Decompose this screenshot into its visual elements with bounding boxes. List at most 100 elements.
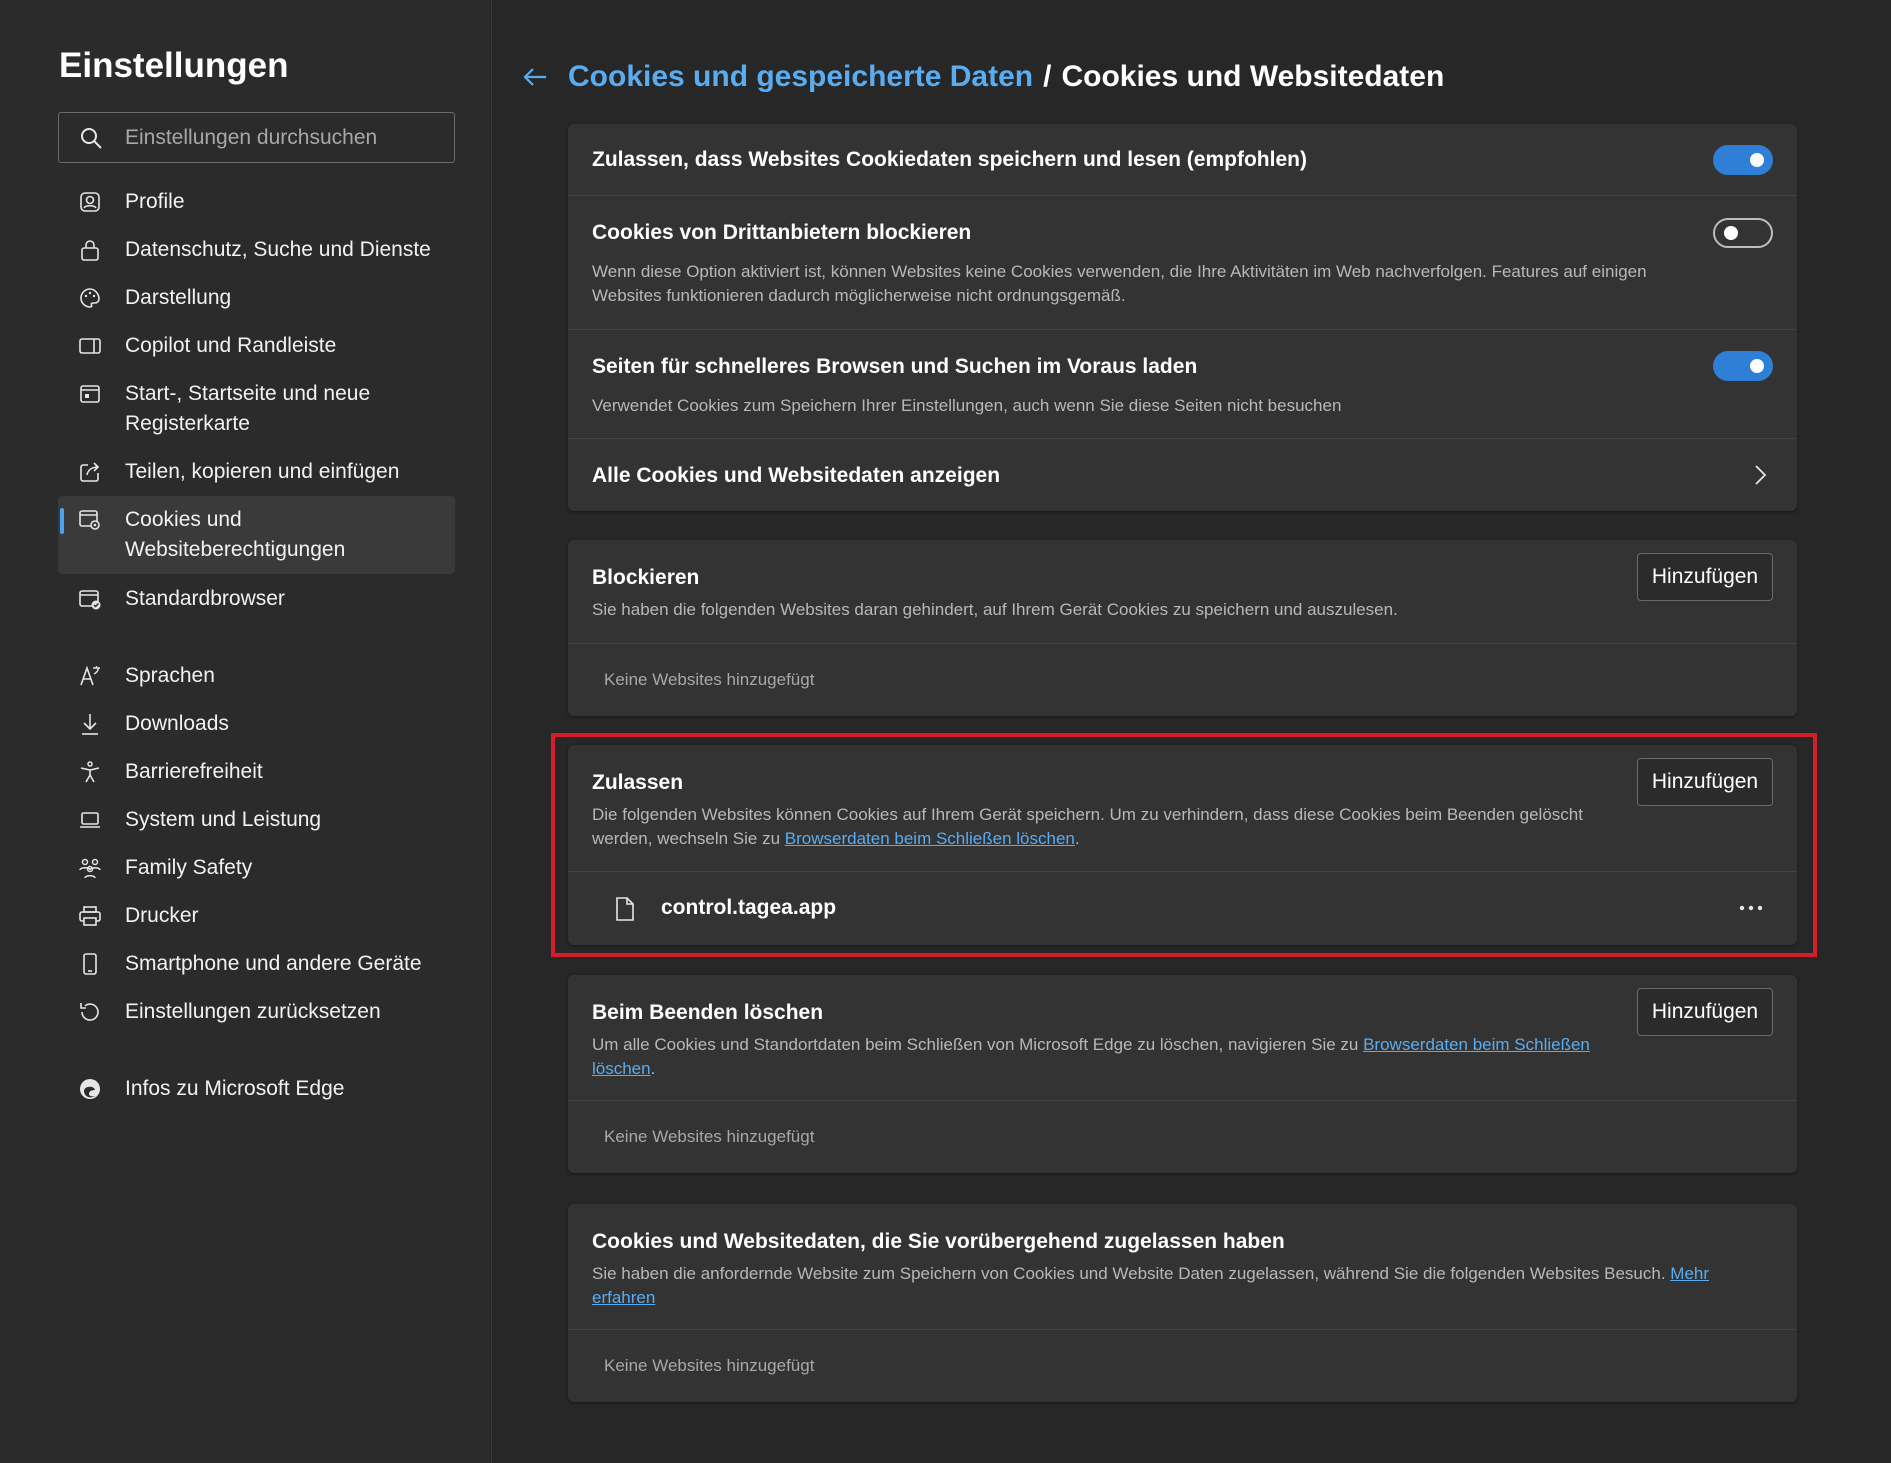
temporary-list: Keine Websites hinzugefügt: [568, 1330, 1797, 1402]
sidebar-item-reset[interactable]: Einstellungen zurücksetzen: [58, 997, 455, 1031]
breadcrumb-parent-link[interactable]: Cookies und gespeicherte Daten: [568, 60, 1033, 94]
sidebar-item-appearance[interactable]: Darstellung: [58, 283, 455, 317]
toggle-knob: [1724, 226, 1738, 240]
toggle-knob: [1750, 359, 1764, 373]
home-tab-icon: [80, 385, 100, 403]
search-box[interactable]: [58, 112, 455, 163]
clear-on-close-link[interactable]: Browserdaten beim Schließen: [1363, 1035, 1590, 1054]
sidebar-item-label: System und Leistung: [125, 808, 322, 831]
sidebar-item-label: Standardbrowser: [125, 587, 285, 610]
section-description: Sie haben die folgenden Websites daran g…: [592, 600, 1398, 619]
sidebar-item-label: Copilot und Randleiste: [125, 334, 337, 357]
sidebar-item-label: Family Safety: [125, 856, 253, 879]
description-text: Sie haben die anfordernde Website zum Sp…: [592, 1264, 1671, 1283]
sidebar-item-downloads[interactable]: Downloads: [58, 709, 455, 743]
back-arrow-icon[interactable]: [520, 62, 550, 92]
sidebar-item-privacy[interactable]: Datenschutz, Suche und Dienste: [58, 235, 455, 269]
sidebar-item-label: Profile: [125, 190, 185, 213]
toggle-knob: [1750, 153, 1764, 167]
sidebar-item-label: Downloads: [125, 712, 229, 735]
sidebar-item-copilot[interactable]: Copilot und Randleiste: [58, 331, 455, 365]
printer-icon: [79, 906, 101, 926]
preload-toggle[interactable]: [1713, 351, 1773, 381]
breadcrumb: Cookies und gespeicherte Daten / Cookies…: [520, 60, 1444, 94]
sidebar-item-family[interactable]: Family Safety: [58, 853, 455, 887]
learn-more-link[interactable]: Mehr: [1670, 1264, 1709, 1283]
setting-title: Alle Cookies und Websitedaten anzeigen: [592, 464, 1001, 487]
setting-description-line: Wenn diese Option aktiviert ist, können …: [592, 262, 1647, 281]
block-header: Blockieren Sie haben die folgenden Websi…: [568, 540, 1797, 644]
sidebar: Einstellungen Profile Datenschutz, Suche…: [0, 0, 492, 1463]
sidebar-item-label: Datenschutz, Suche und Dienste: [125, 238, 431, 261]
sidebar-item-about[interactable]: Infos zu Microsoft Edge: [58, 1074, 455, 1108]
section-description: Sie haben die anfordernde Website zum Sp…: [592, 1262, 1777, 1310]
empty-state: Keine Websites hinzugefügt: [604, 1127, 815, 1146]
empty-state: Keine Websites hinzugefügt: [604, 1356, 815, 1375]
sidebar-icon: [79, 338, 101, 354]
learn-more-link[interactable]: erfahren: [592, 1288, 655, 1307]
sidebar-item-share[interactable]: Teilen, kopieren und einfügen: [58, 457, 455, 491]
palette-icon: [80, 288, 100, 308]
section-title: Beim Beenden löschen: [592, 1001, 824, 1024]
download-icon: [82, 714, 98, 735]
sidebar-item-printer[interactable]: Drucker: [58, 901, 455, 935]
clear-on-exit-card: Beim Beenden löschen Um alle Cookies und…: [568, 975, 1797, 1173]
section-description: Um alle Cookies und Standortdaten beim S…: [592, 1033, 1652, 1081]
sidebar-item-label: Cookies und Websiteberechtigungen: [125, 508, 346, 561]
setting-description: Wenn diese Option aktiviert ist, können …: [592, 260, 1647, 308]
setting-description-line: Websites funktionieren dadurch möglicher…: [592, 286, 1126, 305]
setting-description: Verwendet Cookies zum Speichern Ihrer Ei…: [592, 396, 1342, 415]
profile-icon: [80, 192, 100, 212]
sidebar-item-start[interactable]: Start-, Startseite und neue Registerkart…: [58, 379, 455, 443]
sidebar-item-label: Teilen, kopieren und einfügen: [125, 460, 400, 483]
setting-title: Cookies von Drittanbietern blockieren: [592, 221, 972, 244]
page-title: Cookies und Websitedaten: [1061, 60, 1445, 93]
sidebar-item-label: Infos zu Microsoft Edge: [125, 1077, 345, 1100]
laptop-icon: [80, 812, 100, 828]
description-text: .: [650, 1059, 656, 1078]
clear-on-close-link[interactable]: löschen: [592, 1059, 651, 1078]
sidebar-item-default-browser[interactable]: Standardbrowser: [58, 584, 455, 618]
edge-logo-icon: [80, 1079, 100, 1099]
setting-block-third-party: Cookies von Drittanbietern blockieren We…: [568, 196, 1797, 330]
sidebar-title: Einstellungen: [59, 46, 289, 85]
cookies-icon: [79, 510, 100, 530]
sidebar-item-system[interactable]: System und Leistung: [58, 805, 455, 839]
setting-title: Zulassen, dass Websites Cookiedaten spei…: [592, 148, 1307, 171]
block-list: Keine Websites hinzugefügt: [568, 644, 1797, 716]
allow-cookies-toggle[interactable]: [1713, 145, 1773, 175]
block-third-party-toggle[interactable]: [1713, 218, 1773, 248]
sidebar-item-label: Smartphone und andere Geräte: [125, 952, 422, 975]
sidebar-item-label: Start-, Startseite und neue Registerkart…: [125, 382, 371, 435]
highlight-annotation: [551, 733, 1817, 957]
section-title: Cookies und Websitedaten, die Sie vorübe…: [592, 1230, 1285, 1253]
clear-on-exit-add-button[interactable]: Hinzufügen: [1637, 988, 1773, 1036]
setting-allow-cookies: Zulassen, dass Websites Cookiedaten spei…: [568, 124, 1797, 196]
phone-icon: [83, 953, 97, 975]
default-browser-icon: [79, 590, 101, 610]
setting-title: Seiten für schnelleres Browsen und Suche…: [592, 355, 1198, 378]
sidebar-item-languages[interactable]: Sprachen: [58, 661, 455, 695]
sidebar-item-label: Drucker: [125, 904, 199, 927]
sidebar-item-cookies[interactable]: Cookies und Websiteberechtigungen: [58, 496, 455, 574]
temporary-allowed-card: Cookies und Websitedaten, die Sie vorübe…: [568, 1204, 1797, 1402]
share-icon: [80, 462, 100, 482]
show-all-cookies-row[interactable]: Alle Cookies und Websitedaten anzeigen: [568, 439, 1797, 511]
clear-on-exit-header: Beim Beenden löschen Um alle Cookies und…: [568, 975, 1797, 1101]
description-text: Um alle Cookies und Standortdaten beim S…: [592, 1035, 1364, 1054]
family-icon: [79, 858, 101, 879]
sidebar-item-label: Sprachen: [125, 664, 215, 687]
sidebar-item-profile[interactable]: Profile: [58, 187, 455, 221]
clear-on-exit-list: Keine Websites hinzugefügt: [568, 1101, 1797, 1173]
search-icon: [81, 127, 102, 149]
sidebar-item-phone[interactable]: Smartphone und andere Geräte: [58, 949, 455, 983]
empty-state: Keine Websites hinzugefügt: [604, 670, 815, 689]
chevron-right-icon: [1755, 465, 1767, 485]
accessibility-icon: [80, 761, 100, 783]
temporary-header: Cookies und Websitedaten, die Sie vorübe…: [568, 1204, 1797, 1330]
search-input[interactable]: [125, 125, 445, 150]
sidebar-item-accessibility[interactable]: Barrierefreiheit: [58, 757, 455, 791]
cookie-settings-card: Zulassen, dass Websites Cookiedaten spei…: [568, 124, 1797, 511]
lock-icon: [81, 240, 99, 261]
block-add-button[interactable]: Hinzufügen: [1637, 553, 1773, 601]
